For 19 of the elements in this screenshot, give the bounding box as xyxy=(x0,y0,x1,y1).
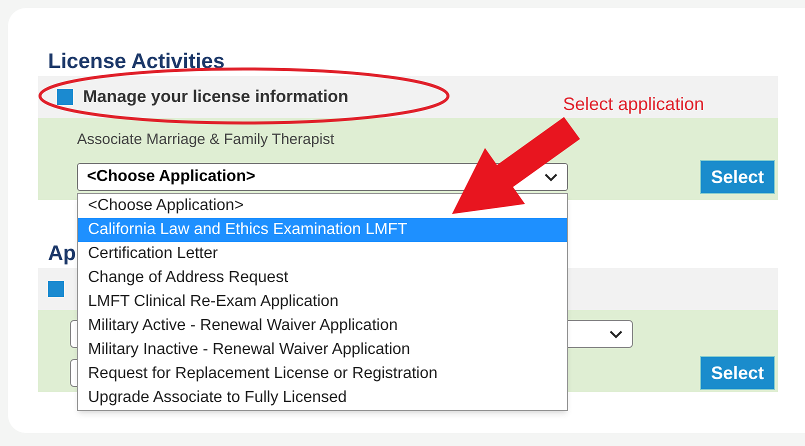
dropdown-option[interactable]: Military Inactive - Renewal Waiver Application xyxy=(78,338,567,362)
section-title: Ap xyxy=(48,241,76,267)
dropdown-option[interactable]: Military Active - Renewal Waiver Application xyxy=(78,314,567,338)
dropdown-option[interactable]: Request for Replacement License or Registration xyxy=(78,362,567,386)
annotation-label: Select application xyxy=(563,93,704,116)
license-type-label: Associate Marriage & Family Therapist xyxy=(77,130,334,150)
dropdown-option[interactable]: LMFT Clinical Re-Exam Application xyxy=(78,290,567,314)
dropdown-option[interactable]: Upgrade Associate to Fully Licensed xyxy=(78,386,567,410)
square-icon xyxy=(48,281,64,297)
dropdown-option[interactable]: <Choose Application> xyxy=(78,194,567,218)
chevron-down-icon xyxy=(609,330,623,338)
square-icon xyxy=(57,89,73,105)
section-subtitle: Manage your license information xyxy=(83,86,348,108)
section-title: License Activities xyxy=(48,49,225,75)
dropdown-option[interactable]: Certification Letter xyxy=(78,242,567,266)
dropdown-option[interactable]: Change of Address Request xyxy=(78,266,567,290)
select-button[interactable]: Select xyxy=(700,160,775,194)
chevron-down-icon xyxy=(544,172,558,182)
select-button[interactable]: Select xyxy=(700,356,775,390)
